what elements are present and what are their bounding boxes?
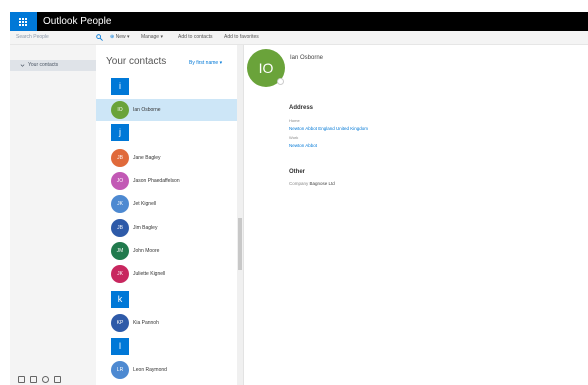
footer-app-icons — [18, 376, 61, 384]
avatar: JK — [111, 265, 129, 283]
navigation-pane: Your contacts — [10, 45, 96, 385]
tasks-icon[interactable] — [54, 376, 61, 383]
contact-name: Ian Osborne — [133, 107, 161, 113]
search-input[interactable]: Search People — [10, 31, 94, 44]
chevron-down-icon — [20, 64, 25, 67]
nav-item-label: Your contacts — [28, 62, 59, 68]
contact-name: Jim Bagley — [133, 225, 158, 231]
manage-label: Manage — [141, 34, 160, 40]
contact-row[interactable]: JB Jane Bagley — [96, 147, 237, 169]
presence-indicator — [277, 78, 284, 85]
contact-row[interactable]: JO Jason Phaedaffelson — [96, 170, 237, 192]
contact-row[interactable]: LR Leon Raymond — [96, 359, 237, 381]
avatar: JK — [111, 195, 129, 213]
outlook-people-window: Outlook People Search People ⊕ New ▾ Man… — [0, 0, 588, 385]
sort-dropdown[interactable]: By first name ▾ — [189, 60, 222, 66]
avatar: KP — [111, 314, 129, 332]
new-button[interactable]: ⊕ New ▾ — [110, 31, 130, 44]
home-label: Home — [289, 118, 300, 123]
avatar: JO — [111, 172, 129, 190]
contact-name: Leon Raymond — [133, 367, 167, 373]
add-to-contacts-button[interactable]: Add to contacts — [178, 31, 212, 44]
contact-row[interactable]: JK Juliette Kignell — [96, 263, 237, 285]
sort-label: By first name — [189, 60, 219, 66]
avatar: JM — [111, 242, 129, 260]
contact-row[interactable]: JK Jet Kignell — [96, 193, 237, 215]
search-icon[interactable] — [96, 34, 103, 41]
contact-name: Jane Bagley — [133, 155, 161, 161]
work-address-link[interactable]: Newton Abbot — [289, 143, 317, 148]
contact-row[interactable]: KP Kia Pannoh — [96, 312, 237, 334]
avatar: IO — [111, 101, 129, 119]
add-to-favorites-button[interactable]: Add to favorites — [224, 31, 259, 44]
calendar-icon[interactable] — [30, 376, 37, 383]
company-row: Company Bagnose Ltd — [289, 181, 335, 186]
mail-icon[interactable] — [18, 376, 25, 383]
contact-row[interactable]: JM John Moore — [96, 240, 237, 262]
work-label: Work — [289, 135, 299, 140]
app-launcher-button[interactable] — [10, 12, 37, 31]
contact-list-title: Your contacts — [106, 56, 167, 67]
new-label: New — [115, 34, 126, 40]
command-bar: Search People ⊕ New ▾ Manage ▾ Add to co… — [10, 31, 588, 45]
contact-list-pane: Your contacts By first name ▾ i IO Ian O… — [96, 45, 243, 385]
address-heading: Address — [289, 105, 314, 111]
scrollbar-thumb[interactable] — [238, 218, 242, 270]
people-icon[interactable] — [42, 376, 49, 383]
letter-header-k[interactable]: k — [111, 291, 129, 308]
chevron-down-icon: ▾ — [219, 60, 223, 66]
contact-name: John Moore — [133, 248, 160, 254]
letter-header-i[interactable]: i — [111, 78, 129, 95]
contact-name: Juliette Kignell — [133, 271, 166, 277]
letter-header-j[interactable]: j — [111, 124, 129, 141]
contact-row-selected[interactable]: IO Ian Osborne — [96, 99, 237, 121]
avatar: JB — [111, 219, 129, 237]
app-title: Outlook People — [43, 16, 112, 27]
avatar: JB — [111, 149, 129, 167]
other-heading: Other — [289, 169, 306, 175]
contact-detail-pane: IO Ian Osborne Address Home Newton Abbot… — [244, 45, 588, 385]
chevron-down-icon: ▾ — [160, 34, 163, 40]
avatar: LR — [111, 361, 129, 379]
plus-icon: ⊕ — [110, 34, 115, 40]
chevron-down-icon: ▾ — [127, 34, 130, 40]
contact-name: Jet Kignell — [133, 201, 157, 207]
contact-name: Kia Pannoh — [133, 320, 159, 326]
company-value: Bagnose Ltd — [309, 181, 335, 186]
manage-button[interactable]: Manage ▾ — [141, 31, 163, 44]
contact-row[interactable]: JB Jim Bagley — [96, 217, 237, 239]
app-header: Outlook People — [10, 12, 588, 31]
grid-icon — [19, 17, 28, 26]
home-address-link[interactable]: Newton Abbot England United Kingdom — [289, 126, 368, 131]
letter-header-l[interactable]: l — [111, 338, 129, 355]
company-label: Company — [289, 181, 309, 186]
contact-name: Jason Phaedaffelson — [133, 178, 180, 184]
detail-contact-name: Ian Osborne — [290, 55, 324, 61]
nav-item-your-contacts[interactable]: Your contacts — [10, 60, 96, 71]
